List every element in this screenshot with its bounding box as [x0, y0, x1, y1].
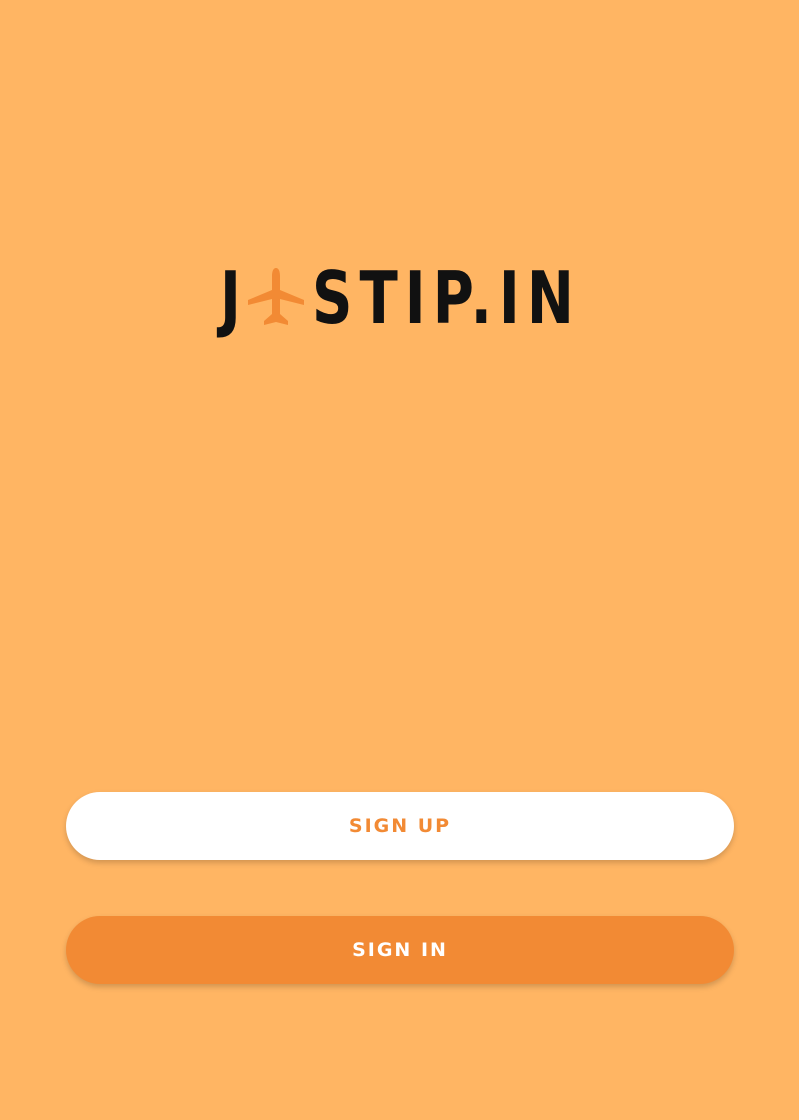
sign-up-button[interactable]: SIGN UP — [66, 792, 734, 860]
logo-text: STIP.IN — [312, 256, 581, 340]
logo-letter-j: J — [220, 256, 248, 340]
sign-in-button[interactable]: SIGN IN — [66, 916, 734, 984]
airplane-icon — [248, 268, 304, 325]
welcome-screen: J STIP.IN SIGN UP SIGN IN — [0, 0, 799, 1120]
